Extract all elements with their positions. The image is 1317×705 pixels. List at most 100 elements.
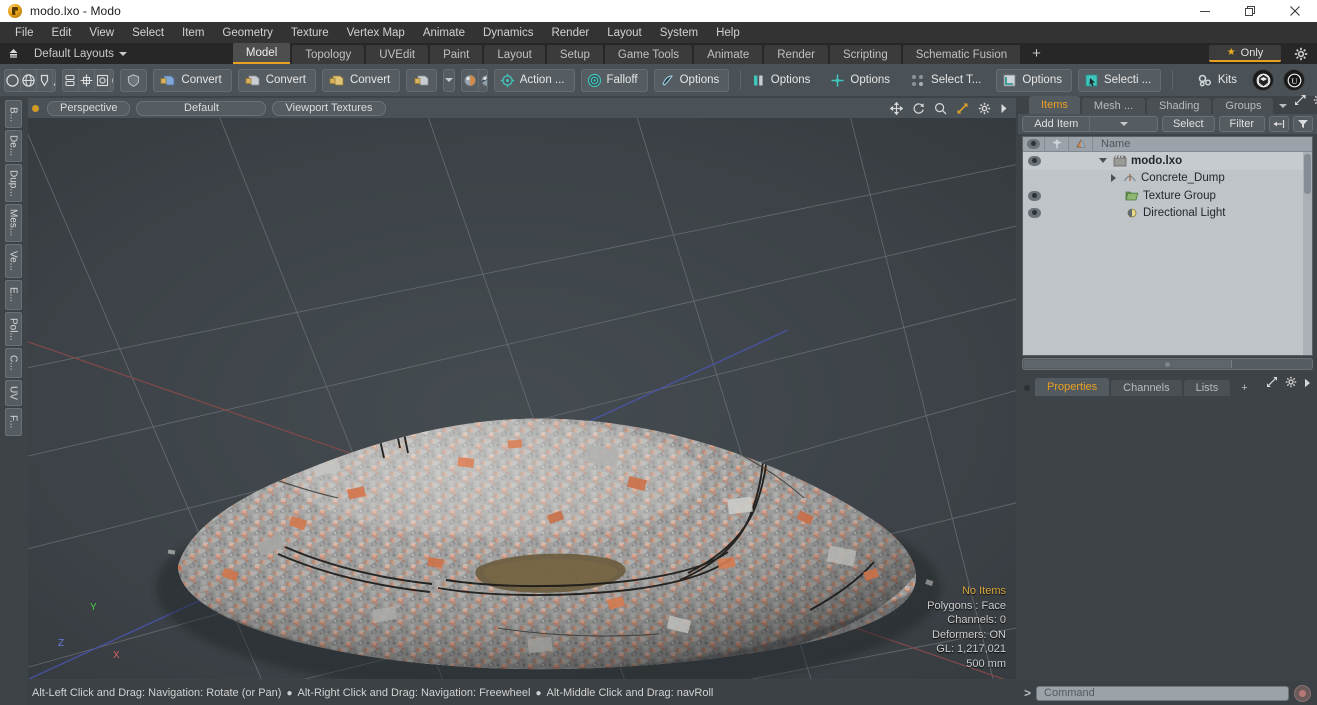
collapse-icon[interactable] xyxy=(1269,116,1289,132)
gear-icon[interactable] xyxy=(978,102,991,115)
tab-channels[interactable]: Channels xyxy=(1111,380,1182,396)
options-button-1[interactable]: Options xyxy=(653,68,730,92)
convert-button-1[interactable]: Convert xyxy=(153,68,232,92)
tab-lists[interactable]: Lists xyxy=(1183,380,1231,396)
viewport-projection-dropdown[interactable]: Perspective xyxy=(47,100,131,116)
chevron-right-icon[interactable] xyxy=(1000,103,1008,114)
mirror-icon[interactable] xyxy=(63,69,80,91)
menu-vertex-map[interactable]: Vertex Map xyxy=(338,22,414,43)
zoom-icon[interactable] xyxy=(934,102,947,115)
add-properties-tab-button[interactable]: + xyxy=(1232,380,1256,396)
gear-icon[interactable] xyxy=(1313,93,1317,111)
layout-tab-setup[interactable]: Setup xyxy=(546,45,603,64)
tab-items[interactable]: Items xyxy=(1029,96,1080,114)
close-icon[interactable] xyxy=(1272,0,1317,22)
menu-layout[interactable]: Layout xyxy=(598,22,651,43)
default-layouts-dropdown[interactable]: Default Layouts xyxy=(26,43,133,64)
layout-tab-layout[interactable]: Layout xyxy=(484,45,545,64)
action-center-button[interactable]: Action ... xyxy=(493,68,575,92)
menu-render[interactable]: Render xyxy=(542,22,598,43)
chevron-down-icon[interactable] xyxy=(1089,117,1156,131)
viewport-state-dot[interactable] xyxy=(32,104,39,112)
gear-icon[interactable] xyxy=(1293,46,1309,62)
left-tab-command[interactable]: C... xyxy=(4,348,22,378)
left-tab-fusion[interactable]: F... xyxy=(4,408,22,436)
unreal-badge-icon[interactable]: U xyxy=(1283,69,1305,91)
expand-icon[interactable] xyxy=(1266,375,1278,393)
funnel-icon[interactable] xyxy=(1293,116,1313,132)
only-toggle-button[interactable]: ★ Only xyxy=(1209,45,1281,62)
falloff-button[interactable]: Falloff xyxy=(580,68,648,92)
restore-icon[interactable] xyxy=(1227,0,1272,22)
row-visibility-toggle[interactable] xyxy=(1023,208,1045,219)
circle-icon[interactable] xyxy=(5,69,21,91)
left-tab-polygon[interactable]: Pol... xyxy=(4,312,22,346)
record-icon[interactable] xyxy=(1294,684,1311,702)
filter-button[interactable]: Filter xyxy=(1218,116,1265,132)
item-row-scene[interactable]: modo.lxo xyxy=(1093,155,1312,167)
layout-tab-game-tools[interactable]: Game Tools xyxy=(604,45,693,64)
item-row-concrete-dump[interactable]: Concrete_Dump xyxy=(1093,172,1312,184)
rotate-icon[interactable] xyxy=(912,102,925,115)
options-button-4[interactable]: Options xyxy=(996,68,1072,92)
fit-icon[interactable] xyxy=(956,102,969,115)
paint-sphere-2-icon[interactable] xyxy=(479,70,487,91)
selection-button[interactable]: Selecti ... xyxy=(1077,68,1162,92)
options-button-2[interactable]: Options xyxy=(746,69,820,92)
shield-icon-button[interactable] xyxy=(120,68,148,92)
table-row[interactable]: modo.lxo xyxy=(1023,152,1312,170)
select-through-button[interactable]: Select T... xyxy=(905,69,990,92)
menu-texture[interactable]: Texture xyxy=(282,22,338,43)
menu-view[interactable]: View xyxy=(80,22,123,43)
viewport-3d-scene[interactable]: Y Y X Z No Items Polygons : Face Channel… xyxy=(28,118,1016,679)
paint-sphere-icon[interactable] xyxy=(462,69,479,91)
table-row[interactable]: Directional Light xyxy=(1023,205,1312,223)
command-input[interactable]: Command xyxy=(1036,685,1289,701)
layout-tab-uvedit[interactable]: UVEdit xyxy=(366,45,429,64)
tab-shading[interactable]: Shading xyxy=(1147,98,1212,114)
left-tab-uv[interactable]: UV xyxy=(4,380,22,406)
item-list-vertical-scrollbar[interactable] xyxy=(1303,152,1312,355)
tree-twisty-open-icon[interactable] xyxy=(1099,158,1107,164)
menu-edit[interactable]: Edit xyxy=(43,22,81,43)
viewport-shading-dropdown[interactable]: Viewport Textures xyxy=(272,100,386,116)
curve-icon[interactable] xyxy=(53,70,56,91)
layout-tab-schematic-fusion[interactable]: Schematic Fusion xyxy=(902,45,1021,64)
item-list-horizontal-scrollbar[interactable] xyxy=(1022,358,1313,370)
row-visibility-toggle[interactable] xyxy=(1023,155,1045,166)
add-item-button[interactable]: Add Item xyxy=(1022,116,1158,132)
tab-groups[interactable]: Groups xyxy=(1213,98,1274,114)
select-button[interactable]: Select xyxy=(1161,116,1215,132)
convert-button-3[interactable]: Convert xyxy=(321,68,401,92)
layout-tab-paint[interactable]: Paint xyxy=(430,45,483,64)
expand-icon[interactable] xyxy=(1294,93,1307,111)
layout-tab-topology[interactable]: Topology xyxy=(292,45,365,64)
table-row[interactable]: Concrete_Dump xyxy=(1023,170,1312,188)
layout-tab-model[interactable]: Model xyxy=(232,43,291,64)
menu-geometry[interactable]: Geometry xyxy=(213,22,282,43)
add-layout-tab-button[interactable]: + xyxy=(1022,43,1051,64)
tab-properties[interactable]: Properties xyxy=(1035,378,1110,396)
left-tab-duplicate[interactable]: Dup... xyxy=(4,164,22,202)
sphere-badge-icon[interactable] xyxy=(1252,69,1274,91)
minimize-icon[interactable] xyxy=(1182,0,1227,22)
gear-icon[interactable] xyxy=(1285,375,1297,393)
menu-system[interactable]: System xyxy=(651,22,707,43)
convert-button-2[interactable]: Convert xyxy=(237,68,316,92)
globe-icon[interactable] xyxy=(21,69,37,91)
left-tab-deform[interactable]: De... xyxy=(4,130,22,162)
menu-file[interactable]: File xyxy=(6,22,43,43)
viewport-style-dropdown[interactable]: Default xyxy=(136,100,267,116)
pan-icon[interactable] xyxy=(890,101,903,115)
table-row[interactable]: Texture Group xyxy=(1023,187,1312,205)
row-visibility-toggle[interactable] xyxy=(1023,190,1045,201)
array-icon[interactable] xyxy=(79,69,96,91)
menu-help[interactable]: Help xyxy=(707,22,749,43)
chevron-down-icon[interactable] xyxy=(443,68,455,92)
tab-mesh[interactable]: Mesh ... xyxy=(1081,98,1146,114)
menu-item[interactable]: Item xyxy=(173,22,213,43)
left-tab-mesh-edit[interactable]: Mes... xyxy=(4,204,22,242)
center-icon[interactable] xyxy=(95,69,112,91)
left-tab-vertex[interactable]: Ve... xyxy=(4,244,22,278)
layout-tab-render[interactable]: Render xyxy=(764,45,828,64)
